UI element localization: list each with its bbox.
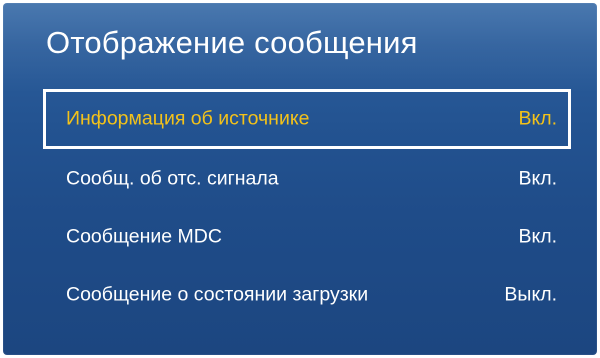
menu-item-value: Вкл. [518,225,557,248]
menu-item-download-status-message[interactable]: Сообщение о состоянии загрузки Выкл. [43,266,571,324]
menu-item-value: Вкл. [518,107,557,130]
message-display-panel: Отображение сообщения Информация об исто… [3,3,597,355]
settings-menu: Информация об источнике Вкл. Сообщ. об о… [43,89,571,324]
menu-item-source-info[interactable]: Информация об источнике Вкл. [43,89,571,149]
menu-item-label: Информация об источнике [66,107,310,130]
menu-item-label: Сообщение MDC [66,225,222,248]
menu-item-value: Выкл. [504,283,557,306]
panel-title: Отображение сообщения [46,25,418,60]
menu-item-mdc-message[interactable]: Сообщение MDC Вкл. [43,208,571,266]
menu-item-label: Сообщ. об отс. сигнала [66,167,279,190]
menu-item-label: Сообщение о состоянии загрузки [66,283,369,306]
menu-item-no-signal-message[interactable]: Сообщ. об отс. сигнала Вкл. [43,150,571,208]
menu-item-value: Вкл. [518,167,557,190]
